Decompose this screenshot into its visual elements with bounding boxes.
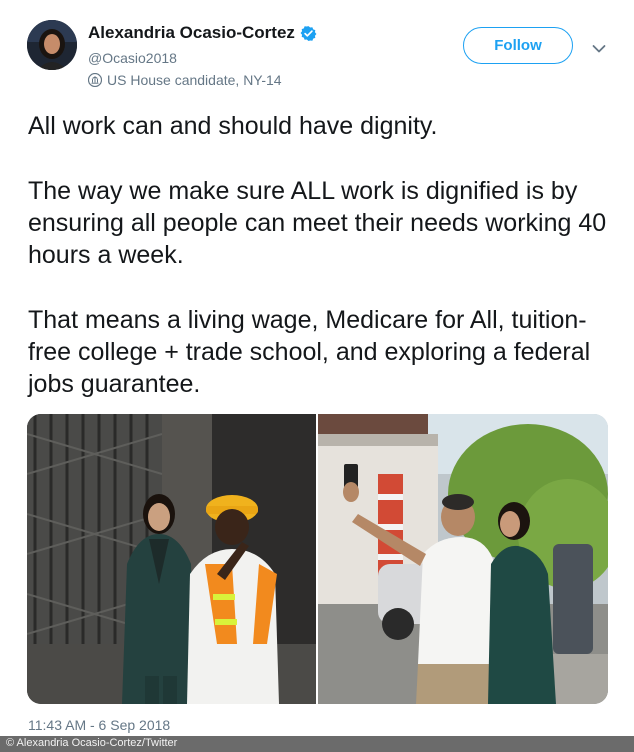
author-handle[interactable]: @Ocasio2018 — [88, 50, 177, 66]
author-location: US House candidate, NY-14 — [107, 72, 282, 88]
tweet-timestamp[interactable]: 11:43 AM - 6 Sep 2018 — [28, 717, 170, 733]
author-name-row: Alexandria Ocasio-Cortez — [88, 23, 317, 43]
author-location-row: US House candidate, NY-14 — [87, 72, 282, 88]
tweet-text: All work can and should have dignity. Th… — [28, 110, 618, 400]
tweet-paragraph: The way we make sure ALL work is dignifi… — [28, 177, 607, 269]
tweet-paragraph: That means a living wage, Medicare for A… — [28, 306, 591, 398]
follow-button[interactable]: Follow — [463, 27, 573, 64]
chevron-down-icon[interactable] — [592, 41, 606, 53]
tweet-paragraph: All work can and should have dignity. — [28, 112, 438, 140]
avatar[interactable] — [27, 20, 77, 70]
verified-badge-icon — [300, 25, 317, 42]
photo-credit: © Alexandria Ocasio-Cortez/Twitter — [6, 737, 178, 749]
government-building-icon — [87, 72, 103, 88]
tweet-card: Alexandria Ocasio-Cortez @Ocasio2018 US … — [0, 0, 634, 752]
credit-bar: © Alexandria Ocasio-Cortez/Twitter — [0, 736, 634, 752]
tweet-photo-2[interactable] — [318, 414, 608, 704]
avatar-image — [27, 20, 77, 70]
author-display-name[interactable]: Alexandria Ocasio-Cortez — [88, 23, 295, 43]
tweet-media — [27, 414, 608, 704]
tweet-photo-1[interactable] — [27, 414, 316, 704]
